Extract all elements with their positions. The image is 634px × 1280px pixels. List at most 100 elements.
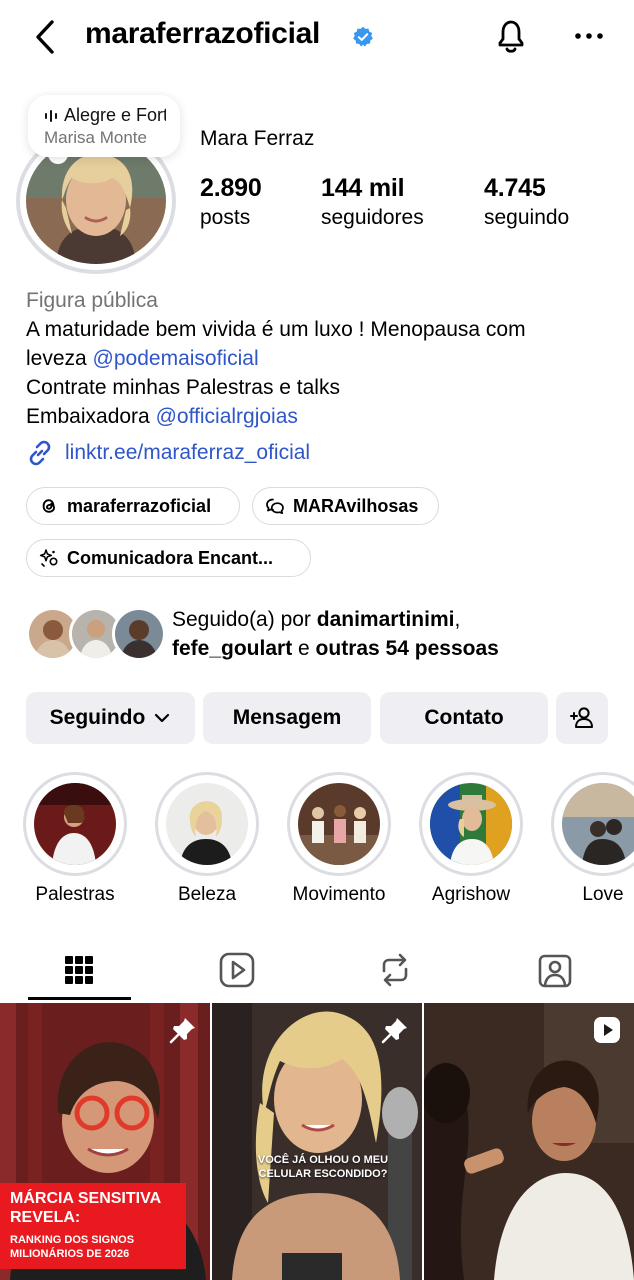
profile-content-tabs (0, 938, 634, 1002)
bio-link[interactable]: linktr.ee/maraferraz_oficial (26, 437, 310, 469)
mutual-followers-avatars[interactable] (26, 607, 166, 661)
posts-grid: MÁRCIA SENSITIVA REVELA: RANKING DOS SIG… (0, 1003, 634, 1280)
more-options-icon (575, 33, 603, 39)
tab-posts-grid[interactable] (0, 938, 158, 1002)
highlight-cover (34, 783, 116, 865)
highlight-label: Agrishow (431, 884, 511, 905)
bell-icon (498, 20, 524, 53)
followed-by-separator: , (454, 608, 461, 631)
following-count-value: 4.745 (484, 174, 546, 202)
followed-by-middle: e (292, 637, 316, 660)
reposts-icon (382, 953, 408, 987)
highlight-label: Movimento (292, 884, 386, 905)
back-button[interactable] (30, 18, 62, 56)
followers-count-label: seguidores (321, 206, 424, 229)
following-count[interactable]: 4.745 seguindo (484, 174, 569, 230)
post-overlay-subtitle: RANKING DOS SIGNOS MILIONÁRIOS DE 2026 (10, 1234, 135, 1260)
music-title: Alegre e Forte (64, 105, 166, 125)
mutual-follower-2: fefe_goulart (172, 637, 293, 660)
bio-line-3: Contrate minhas Palestras e talks (26, 376, 340, 399)
posts-count-value: 2.890 (200, 174, 262, 202)
contact-button-label: Contato (424, 706, 504, 729)
post-thumbnail[interactable]: VOCÊ JÁ OLHOU O MEU CELULAR ESCONDIDO? (212, 1003, 422, 1280)
bio-link-text[interactable]: linktr.ee/maraferraz_oficial (65, 441, 310, 465)
sparkle-icon (39, 549, 58, 567)
followers-count-value: 144 mil (321, 174, 405, 202)
bio-line-2-text: leveza (26, 347, 93, 370)
threads-chip-label: maraferrazoficial (67, 495, 212, 516)
highlight-label: Love (582, 884, 624, 905)
highlight-label: Beleza (177, 884, 237, 905)
mutual-follower-1: danimartinimi (316, 608, 455, 631)
highlight-beleza[interactable]: Beleza (154, 772, 260, 906)
suggested-accounts-button[interactable] (556, 692, 608, 744)
tagged-icon (538, 954, 572, 988)
highlight-agrishow[interactable]: Agrishow (418, 772, 524, 906)
highlight-palestras[interactable]: Palestras (22, 772, 128, 906)
following-button[interactable]: Seguindo (26, 692, 195, 744)
pin-icon (381, 1018, 407, 1044)
mention-officialrgjoias[interactable]: @officialrgjoias (156, 405, 298, 428)
active-tab-indicator (28, 997, 131, 1000)
broadcast-channel-chip[interactable]: MARAvilhosas (252, 487, 439, 525)
highlight-movimento[interactable]: Movimento (286, 772, 392, 906)
message-button[interactable]: Mensagem (203, 692, 371, 744)
more-options-button[interactable] (572, 24, 606, 48)
threads-icon (42, 499, 55, 513)
threads-chip[interactable]: maraferrazoficial (26, 487, 240, 525)
profile-music-note[interactable]: Alegre e Forte Marisa Monte (28, 95, 180, 157)
verified-badge-icon (353, 26, 373, 47)
audio-bars-icon (45, 109, 57, 122)
bio-line-2: leveza @podemaisoficial (26, 344, 606, 373)
reel-icon (594, 1017, 620, 1043)
followed-by-prefix: Seguido(a) por (172, 608, 317, 631)
bio-line-4-text: Embaixadora (26, 405, 156, 428)
mention-podemaisoficial[interactable]: @podemaisoficial (93, 347, 259, 370)
profile-bio: Figura pública A maturidade bem vivida é… (26, 286, 606, 431)
followers-count[interactable]: 144 mil seguidores (321, 174, 424, 230)
reels-icon (219, 952, 255, 988)
bio-line-1: A maturidade bem vivida é um luxo ! Meno… (26, 318, 526, 341)
highlight-label: Palestras (35, 884, 115, 905)
highlight-cover (166, 783, 248, 865)
mutual-followers-text[interactable]: Seguido(a) por danimartinimi, fefe_goula… (172, 605, 612, 663)
highlight-cover (562, 783, 634, 865)
highlight-cover (298, 783, 380, 865)
tab-reposts[interactable] (316, 938, 474, 1002)
post-overlay-banner: MÁRCIA SENSITIVA REVELA: RANKING DOS SIG… (0, 1183, 186, 1269)
post-thumbnail[interactable] (424, 1003, 634, 1280)
tab-tagged[interactable] (476, 938, 634, 1002)
posts-count-label: posts (200, 206, 251, 229)
bio-line-4: Embaixadora @officialrgjoias (26, 402, 606, 431)
highlight-ring (287, 772, 391, 876)
highlight-cover (430, 783, 512, 865)
grid-icon (65, 956, 93, 984)
posts-count[interactable]: 2.890 posts (200, 174, 262, 230)
contact-button[interactable]: Contato (380, 692, 548, 744)
mutual-followers-others: outras 54 pessoas (315, 637, 499, 660)
mutual-follower-avatar (112, 607, 166, 661)
message-button-label: Mensagem (232, 706, 342, 729)
back-arrow-icon (36, 20, 54, 54)
following-button-label: Seguindo (49, 706, 146, 729)
profile-header: maraferrazoficial (0, 0, 634, 76)
chat-bubbles-icon (266, 498, 284, 515)
profile-display-name: Mara Ferraz (200, 127, 315, 150)
tab-reels[interactable] (158, 938, 316, 1002)
music-title-row: Alegre e Forte (44, 105, 166, 126)
highlight-love[interactable]: Love (550, 772, 634, 906)
highlight-ring (23, 772, 127, 876)
profile-category: Figura pública (26, 289, 158, 312)
community-chip[interactable]: Comunicadora Encant... (26, 539, 311, 577)
music-artist: Marisa Monte (44, 128, 147, 147)
post-caption-overlay: VOCÊ JÁ OLHOU O MEU CELULAR ESCONDIDO? (257, 1154, 389, 1180)
profile-username: maraferrazoficial (85, 17, 321, 50)
post-overlay-title: MÁRCIA SENSITIVA REVELA: (10, 1190, 161, 1226)
pin-icon (169, 1018, 195, 1044)
highlight-ring (155, 772, 259, 876)
highlight-ring (551, 772, 634, 876)
highlight-ring (419, 772, 523, 876)
community-chip-label: Comunicadora Encant... (67, 547, 274, 568)
notifications-button[interactable] (492, 16, 530, 56)
post-thumbnail[interactable]: MÁRCIA SENSITIVA REVELA: RANKING DOS SIG… (0, 1003, 210, 1280)
